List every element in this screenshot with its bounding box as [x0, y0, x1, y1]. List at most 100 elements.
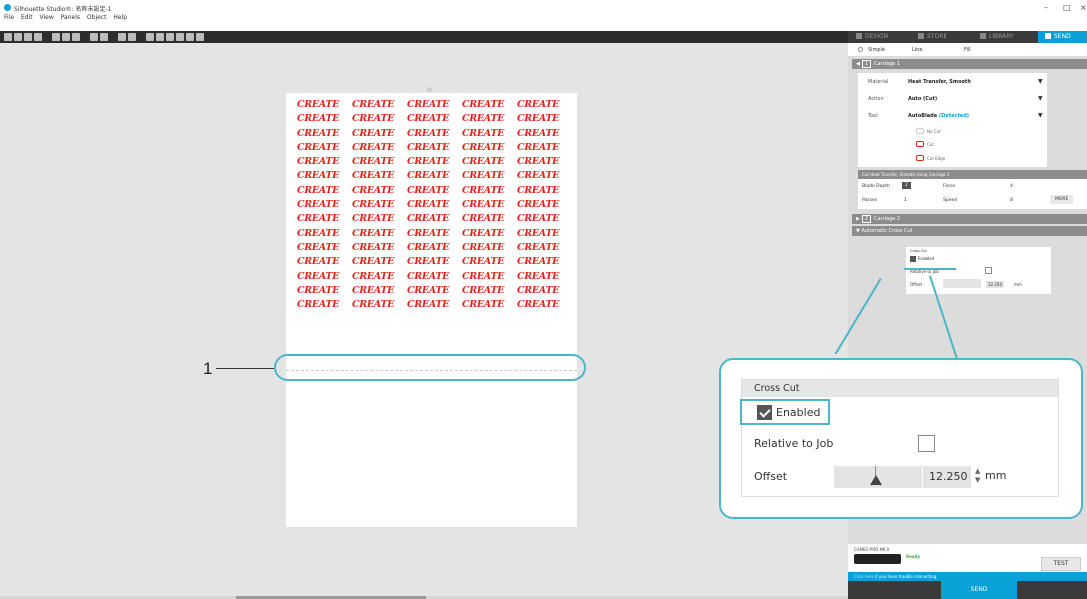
cut-edge-option[interactable]: Cut Edge	[916, 155, 945, 161]
create-text[interactable]: CREATE	[517, 98, 572, 112]
create-text[interactable]: CREATE	[352, 198, 407, 212]
new-icon[interactable]	[4, 33, 12, 41]
create-text[interactable]: CREATE	[462, 141, 517, 155]
zoom-in-icon[interactable]	[146, 33, 154, 41]
create-text[interactable]: CREATE	[407, 212, 462, 226]
auto-cross-cut-header[interactable]: ▼ Automatic Cross Cut	[852, 226, 1087, 236]
create-text[interactable]: CREATE	[517, 141, 572, 155]
create-text[interactable]: CREATE	[407, 198, 462, 212]
redo-icon[interactable]	[100, 33, 108, 41]
tab-library[interactable]: LIBRARY	[980, 31, 1025, 43]
cut-icon[interactable]	[52, 33, 60, 41]
maximize-button[interactable]: □	[1063, 3, 1071, 12]
create-text[interactable]: CREATE	[407, 241, 462, 255]
create-text[interactable]: CREATE	[517, 298, 572, 312]
create-text[interactable]: CREATE	[462, 127, 517, 141]
create-text[interactable]: CREATE	[462, 212, 517, 226]
create-text[interactable]: CREATE	[517, 270, 572, 284]
mode-simple[interactable]: Simple	[868, 47, 885, 53]
create-text[interactable]: CREATE	[407, 184, 462, 198]
create-text[interactable]: CREATE	[462, 198, 517, 212]
offset-spinner-icon[interactable]: ▲ ▼	[975, 467, 980, 485]
create-text[interactable]: CREATE	[352, 155, 407, 169]
create-text[interactable]: CREATE	[407, 255, 462, 269]
passes-value[interactable]: 1	[904, 198, 907, 203]
page-rotate-handle[interactable]	[427, 87, 432, 92]
simple-radio[interactable]	[858, 47, 863, 52]
copy-icon[interactable]	[62, 33, 70, 41]
create-text[interactable]: CREATE	[297, 227, 352, 241]
help-link[interactable]: Click here	[854, 574, 874, 579]
tab-design[interactable]: DESIGN	[856, 31, 896, 43]
cutting-page[interactable]: CREATE CREATE CREATE CREATE CREATE CREATE CREA…	[286, 87, 577, 527]
create-text[interactable]: CREATE	[462, 298, 517, 312]
create-text[interactable]: CREATE	[407, 169, 462, 183]
open-icon[interactable]	[14, 33, 22, 41]
more-button[interactable]: MORE	[1050, 195, 1074, 204]
create-text[interactable]: CREATE	[352, 169, 407, 183]
paste-icon[interactable]	[72, 33, 80, 41]
slider-handle-icon[interactable]	[870, 475, 882, 485]
create-text[interactable]: CREATE	[407, 270, 462, 284]
create-text[interactable]: CREATE	[297, 127, 352, 141]
create-text[interactable]: CREATE	[297, 169, 352, 183]
create-text[interactable]: CREATE	[297, 98, 352, 112]
create-text[interactable]: CREATE	[407, 227, 462, 241]
menu-panels[interactable]: Panels	[61, 14, 80, 21]
send-button[interactable]: SEND	[941, 581, 1017, 599]
test-button[interactable]: TEST	[1041, 557, 1081, 571]
offset-small-value[interactable]: 12.250	[986, 281, 1004, 288]
create-text[interactable]: CREATE	[352, 298, 407, 312]
create-text[interactable]: CREATE	[297, 284, 352, 298]
zoom-out-icon[interactable]	[156, 33, 164, 41]
create-text[interactable]: CREATE	[462, 169, 517, 183]
create-text[interactable]: CREATE	[352, 241, 407, 255]
create-text[interactable]: CREATE	[352, 212, 407, 226]
blade-depth-value[interactable]: 2	[902, 182, 911, 189]
create-text[interactable]: CREATE	[517, 127, 572, 141]
create-text[interactable]: CREATE	[297, 212, 352, 226]
create-text[interactable]: CREATE	[407, 284, 462, 298]
create-text[interactable]: CREATE	[407, 112, 462, 126]
create-text[interactable]: CREATE	[352, 112, 407, 126]
carriage1-header[interactable]: ◀ 1 Carriage 1	[852, 59, 1087, 69]
create-text[interactable]: CREATE	[407, 298, 462, 312]
material-row[interactable]: Material Heat Transfer, Smooth ▼	[858, 73, 1047, 90]
design-canvas[interactable]: CREATE CREATE CREATE CREATE CREATE CREATE CREA…	[0, 43, 848, 599]
menu-help[interactable]: Help	[113, 14, 127, 21]
minimize-button[interactable]: –	[1044, 3, 1048, 12]
create-text[interactable]: CREATE	[407, 141, 462, 155]
select-icon[interactable]	[118, 33, 126, 41]
create-text[interactable]: CREATE	[407, 127, 462, 141]
create-text[interactable]: CREATE	[517, 284, 572, 298]
enabled-checkbox[interactable]	[757, 405, 772, 420]
menu-edit[interactable]: Edit	[21, 14, 33, 21]
offset-slider[interactable]	[834, 466, 922, 488]
force-value[interactable]: 4	[1010, 184, 1013, 189]
create-text[interactable]: CREATE	[517, 212, 572, 226]
create-text[interactable]: CREATE	[517, 227, 572, 241]
tool-dropdown-icon[interactable]: ▼	[1038, 112, 1043, 119]
save-icon[interactable]	[24, 33, 32, 41]
mode-line[interactable]: Line	[912, 47, 922, 53]
create-text[interactable]: CREATE	[517, 169, 572, 183]
action-row[interactable]: Action Auto (Cut) ▼	[858, 90, 1047, 107]
tab-store[interactable]: STORE	[918, 31, 958, 43]
cross-cut-small-checkbox[interactable]	[910, 256, 916, 262]
zoom-fit-icon[interactable]	[166, 33, 174, 41]
menu-view[interactable]: View	[40, 14, 54, 21]
create-text[interactable]: CREATE	[352, 141, 407, 155]
create-text[interactable]: CREATE	[297, 155, 352, 169]
create-text[interactable]: CREATE	[297, 141, 352, 155]
offset-small-slider[interactable]	[943, 279, 981, 288]
create-text[interactable]: CREATE	[352, 184, 407, 198]
undo-icon[interactable]	[90, 33, 98, 41]
create-text[interactable]: CREATE	[352, 98, 407, 112]
create-text[interactable]: CREATE	[462, 241, 517, 255]
mode-fill[interactable]: Fill	[964, 47, 971, 53]
create-text[interactable]: CREATE	[517, 198, 572, 212]
create-text[interactable]: CREATE	[462, 155, 517, 169]
action-dropdown-icon[interactable]: ▼	[1038, 95, 1043, 102]
create-text[interactable]: CREATE	[297, 184, 352, 198]
create-text[interactable]: CREATE	[297, 270, 352, 284]
